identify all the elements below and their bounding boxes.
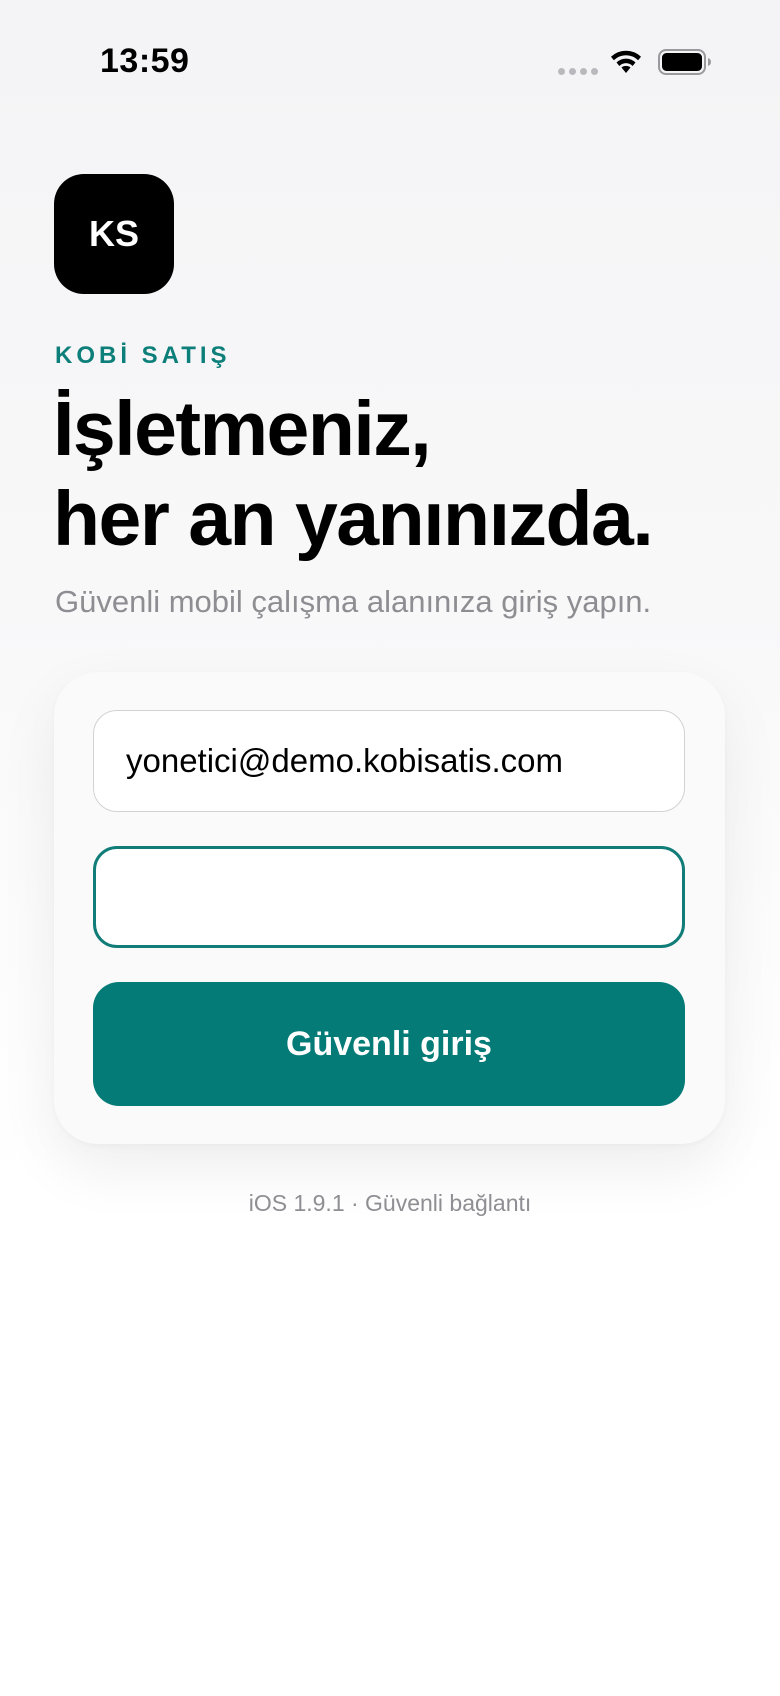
email-field[interactable]: yonetici@demo.kobisatis.com — [93, 710, 685, 812]
subtitle: Güvenli mobil çalışma alanınıza giriş ya… — [55, 584, 652, 619]
battery-icon — [658, 49, 711, 75]
cellular-signal-icon — [558, 68, 598, 75]
secure-login-label: Güvenli giriş — [286, 1024, 492, 1063]
logo-text: KS — [88, 213, 139, 254]
login-card: yonetici@demo.kobisatis.com Güvenli giri… — [54, 672, 725, 1144]
wifi-icon — [611, 50, 641, 73]
secure-login-button[interactable]: Güvenli giriş — [93, 982, 685, 1106]
password-field[interactable] — [93, 846, 685, 948]
version-note: iOS 1.9.1 · Güvenli bağlantı — [248, 1190, 532, 1216]
email-value: yonetici@demo.kobisatis.com — [126, 742, 564, 779]
status-time: 13:59 — [100, 42, 190, 80]
status-bar: 13:59 — [0, 0, 780, 130]
page-title: İşletmeniz, her an yanınızda. — [53, 384, 773, 564]
brand-label: KOBİ SATIŞ — [55, 342, 231, 369]
headline-line-1: İşletmeniz, — [53, 386, 432, 472]
app-logo: KS — [54, 174, 174, 294]
headline-line-2: her an yanınızda. — [53, 476, 654, 562]
